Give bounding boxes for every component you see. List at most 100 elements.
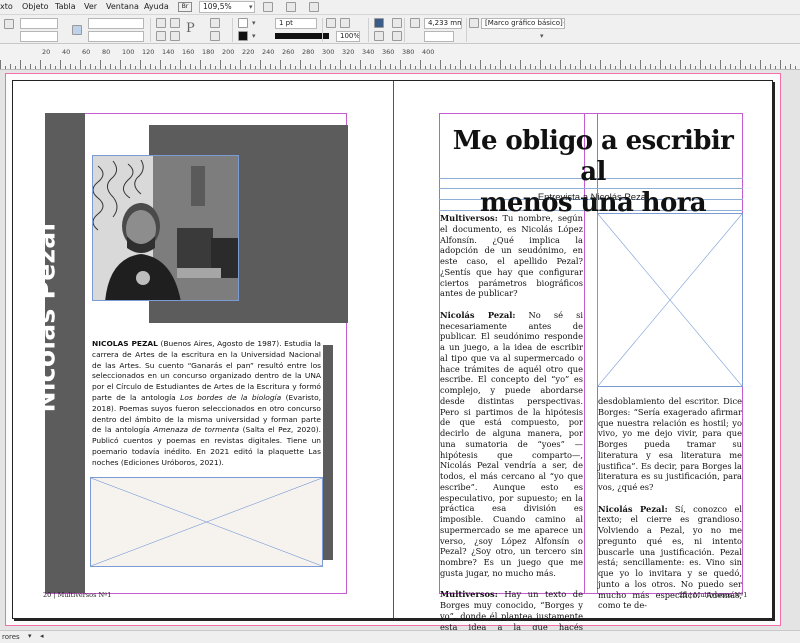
view-options-icon[interactable] [263, 2, 273, 12]
menu-texto[interactable]: xto [0, 2, 13, 11]
chevron-down-icon[interactable]: ▾ [249, 3, 253, 11]
reference-point-icon[interactable] [4, 19, 14, 29]
wrap-bounding-box-icon[interactable] [392, 18, 402, 28]
menu-ver[interactable]: Ver [84, 2, 97, 11]
zoom-field[interactable]: 109,5% [199, 1, 255, 13]
ruler-tick [245, 66, 246, 69]
ruler-label: 140 [162, 48, 175, 56]
rotate-clockwise-icon[interactable] [170, 18, 180, 28]
bio-text-frame[interactable]: NICOLAS PEZAL (Buenos Aires, Agosto de 1… [90, 339, 323, 477]
ruler-tick [335, 66, 336, 69]
x-position-field[interactable] [20, 18, 58, 29]
ruler-tick [600, 60, 601, 69]
ruler-tick [430, 64, 431, 69]
chevron-down-icon[interactable]: ▾ [28, 632, 32, 640]
article-subtitle[interactable]: Entrevista a Nicolás Pezal [441, 192, 745, 203]
ruler-tick [410, 64, 411, 69]
ruler-tick [790, 64, 791, 69]
shear-icon[interactable] [156, 31, 166, 41]
corner-shape-field[interactable] [424, 31, 454, 42]
ruler-tick [150, 64, 151, 69]
ruler-label: 60 [82, 48, 91, 56]
ruler-tick [505, 66, 506, 69]
chevron-left-icon[interactable]: ◂ [40, 632, 44, 640]
ruler-tick [490, 64, 491, 69]
ruler-tick [695, 66, 696, 69]
ruler-tick [655, 66, 656, 69]
stroke-swatch-icon[interactable] [238, 31, 248, 41]
select-container-icon[interactable] [210, 18, 220, 28]
text-column-1[interactable]: Multiversos: Tu nombre, según el documen… [440, 213, 583, 643]
menu-ventana[interactable]: Ventana [106, 2, 139, 11]
ruler-tick [110, 64, 111, 69]
ruler-tick [715, 66, 716, 69]
height-field[interactable] [88, 31, 144, 42]
screen-mode-icon[interactable] [286, 2, 296, 12]
corner-options-icon[interactable] [410, 18, 420, 28]
author-photo[interactable] [92, 155, 239, 301]
article-headline[interactable]: Me obligo a escribir al menos una hora [441, 126, 745, 219]
ruler-tick [735, 66, 736, 69]
chevron-down-icon[interactable]: ▾ [252, 19, 256, 27]
ruler-tick [370, 64, 371, 69]
width-field[interactable] [88, 18, 144, 29]
ruler-tick [210, 64, 211, 69]
ruler-tick [170, 64, 171, 69]
ruler-tick [660, 60, 661, 69]
flip-p-icon[interactable]: P [186, 21, 195, 36]
ruler-tick [750, 64, 751, 69]
ruler-tick [345, 66, 346, 69]
object-style-icon[interactable] [469, 18, 479, 28]
bridge-icon[interactable]: Br [178, 2, 192, 12]
text-wrap-none-icon[interactable] [374, 18, 384, 28]
stroke-weight-field[interactable]: 1 pt [275, 18, 317, 29]
left-page-folio: 20 | Multiversos Nº1 [43, 591, 112, 599]
vertical-title[interactable]: Nicolás Pezal [32, 108, 61, 528]
ruler-tick [400, 60, 401, 69]
stroke-type-selector[interactable] [275, 33, 329, 39]
page-spread[interactable]: Nicolás Pezal NICOLAS PEZAL (Buenos Aire… [12, 80, 773, 642]
horizontal-ruler[interactable]: 20 40 60 80 100 120 140 160 180 200 220 … [0, 44, 800, 70]
ruler-tick [380, 60, 381, 69]
ruler-tick [635, 66, 636, 69]
fill-swatch-icon[interactable] [238, 18, 248, 28]
drop-shadow-icon[interactable] [326, 18, 336, 28]
fit-content-icon[interactable] [392, 31, 402, 41]
menu-objeto[interactable]: Objeto [22, 2, 49, 11]
rotate-icon[interactable] [156, 18, 166, 28]
menu-tabla[interactable]: Tabla [55, 2, 76, 11]
ruler-tick [725, 66, 726, 69]
empty-graphic-frame[interactable] [90, 477, 323, 567]
corner-size-field[interactable]: 4,233 mm [424, 18, 462, 29]
menu-ayuda[interactable]: Ayuda [144, 2, 169, 11]
ruler-tick [560, 60, 561, 69]
text-column-2[interactable]: desdoblamiento del escritor. Dice Borges… [598, 396, 742, 611]
pasteboard[interactable]: Nicolás Pezal NICOLAS PEZAL (Buenos Aire… [0, 70, 800, 642]
constrain-proportions-icon[interactable] [72, 25, 82, 35]
flip-icon[interactable] [170, 31, 180, 41]
opacity-field[interactable]: 100% [336, 31, 360, 42]
ruler-tick [440, 60, 441, 69]
select-content-icon[interactable] [210, 31, 220, 41]
ruler-tick [185, 66, 186, 69]
ruler-tick [175, 66, 176, 69]
ruler-label: 360 [382, 48, 395, 56]
empty-graphic-frame[interactable] [597, 213, 743, 387]
ruler-tick [445, 66, 446, 69]
bio-book-2: Amenaza de tormenta [153, 425, 240, 435]
effects-icon[interactable] [340, 18, 350, 28]
ruler-tick [255, 66, 256, 69]
ruler-tick [200, 60, 201, 69]
y-position-field[interactable] [20, 31, 58, 42]
ruler-tick [705, 66, 706, 69]
preflight-status[interactable]: rores [2, 633, 20, 641]
ruler-tick [205, 66, 206, 69]
chevron-down-icon[interactable]: ▾ [252, 32, 256, 40]
ruler-tick [300, 60, 301, 69]
fit-frame-icon[interactable] [374, 31, 384, 41]
ruler-tick [140, 60, 141, 69]
object-style-field[interactable]: [Marco gráfico básico]+ [481, 18, 565, 29]
arrange-documents-icon[interactable] [309, 2, 319, 12]
ruler-tick [415, 66, 416, 69]
chevron-down-icon[interactable]: ▾ [540, 32, 544, 40]
